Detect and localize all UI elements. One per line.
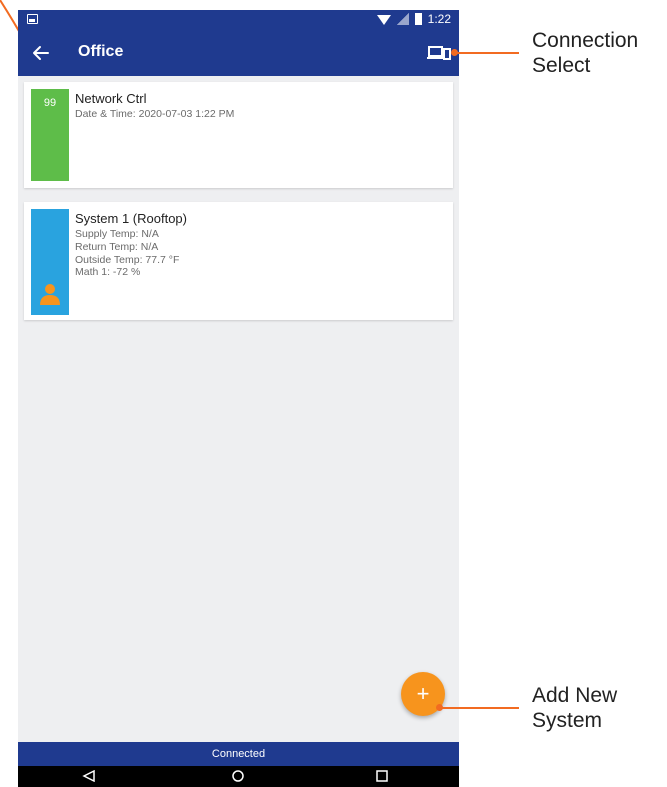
system-details: Supply Temp: N/A Return Temp: N/A Outsid… <box>75 228 179 279</box>
android-nav-bar <box>18 766 459 787</box>
system-detail-line: Outside Temp: 77.7 °F <box>75 253 180 266</box>
system-color-badge: 99 <box>31 89 69 181</box>
status-bar: 1:22 <box>18 10 459 30</box>
connection-status-bar: Connected <box>18 742 459 766</box>
system-detail-line: Date & Time: 2020-07-03 1:22 PM <box>75 108 235 120</box>
gallery-notification-icon <box>27 14 38 24</box>
battery-icon <box>414 13 422 25</box>
annotation-line: Select <box>532 54 591 77</box>
wifi-icon <box>376 15 391 25</box>
add-new-system-annotation: Add New System <box>532 683 617 733</box>
annotation-line: Connection <box>532 29 639 52</box>
phone-screen: 1:22 Office 99 Network Ctrl Date & Time:… <box>18 10 459 787</box>
connection-select-icon[interactable] <box>427 42 451 64</box>
system-detail-line: Return Temp: N/A <box>75 240 159 253</box>
annotation-line: System <box>532 709 603 732</box>
annotation-line: Add New <box>532 684 618 707</box>
app-bar: Office <box>18 30 459 76</box>
add-system-leader-line <box>440 707 519 709</box>
system-badge-number: 99 <box>43 97 57 109</box>
system-detail-line: Math 1: -72 % <box>75 266 141 279</box>
person-icon <box>40 284 60 305</box>
back-arrow-icon[interactable] <box>28 40 54 66</box>
system-card-network-ctrl[interactable]: 99 Network Ctrl Date & Time: 2020-07-03 … <box>24 82 453 188</box>
status-time: 1:22 <box>427 12 451 26</box>
system-card-rooftop[interactable]: System 1 (Rooftop) Supply Temp: N/A Retu… <box>24 202 453 320</box>
system-title: Network Ctrl <box>75 91 147 106</box>
connection-leader-line <box>455 52 519 54</box>
system-title: System 1 (Rooftop) <box>75 211 187 226</box>
signal-icon <box>396 13 409 25</box>
nav-back-icon[interactable] <box>82 770 96 782</box>
page-title: Office <box>78 43 124 60</box>
nav-home-icon[interactable] <box>231 770 245 782</box>
connection-select-annotation: Connection Select <box>532 28 638 78</box>
nav-recents-icon[interactable] <box>375 770 389 782</box>
system-detail-line: Supply Temp: N/A <box>75 228 159 240</box>
system-color-badge <box>31 209 69 315</box>
system-details: Date & Time: 2020-07-03 1:22 PM <box>75 108 234 121</box>
